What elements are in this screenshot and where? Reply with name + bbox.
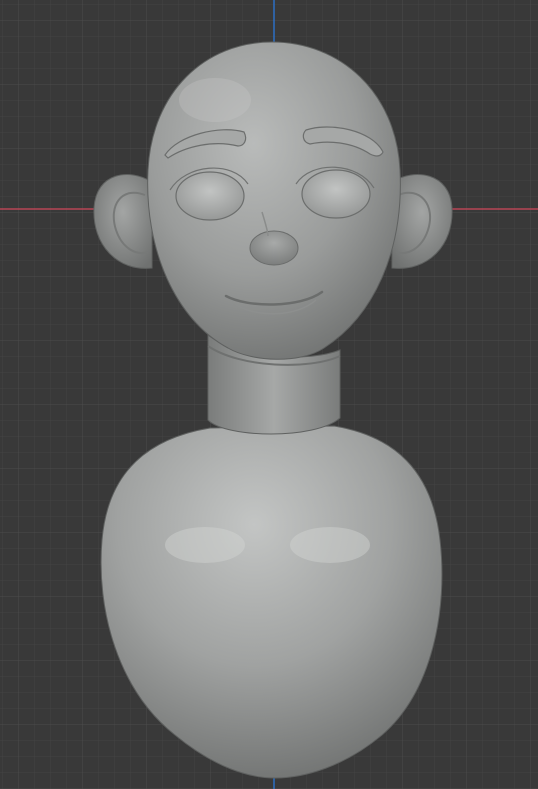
viewport-canvas[interactable] [0, 0, 538, 789]
left-eye [175, 171, 245, 221]
3d-viewport[interactable] [0, 0, 538, 789]
right-eye [301, 169, 371, 219]
left-chest-highlight [165, 527, 245, 563]
right-chest-highlight [290, 527, 370, 563]
head-highlight [179, 78, 251, 122]
nose [249, 230, 299, 266]
